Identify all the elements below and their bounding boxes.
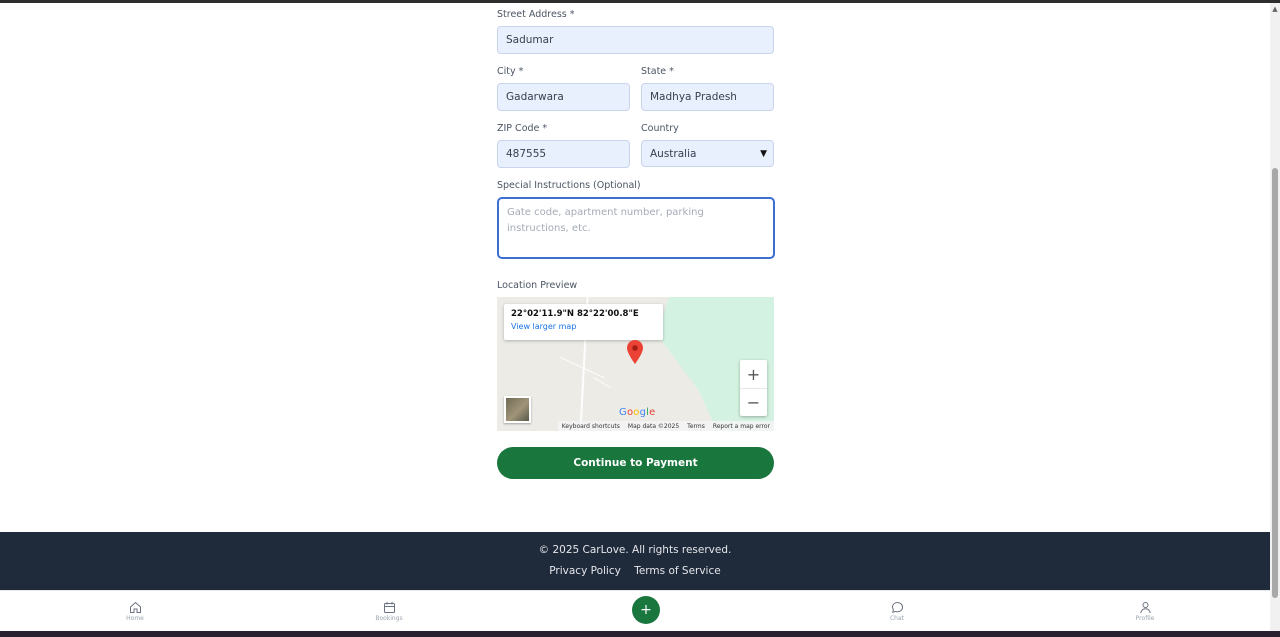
map-road <box>593 377 611 388</box>
street-address-label: Street Address * <box>497 9 575 20</box>
view-larger-map-link[interactable]: View larger map <box>511 322 656 331</box>
nav-bookings-label: Bookings <box>375 615 403 622</box>
nav-chat-label: Chat <box>889 615 905 622</box>
nav-chat[interactable]: Chat <box>867 601 927 622</box>
home-icon <box>129 601 141 613</box>
keyboard-shortcuts-link[interactable]: Keyboard shortcuts <box>562 423 620 430</box>
copyright-text: © 2025 CarLove. All rights reserved. <box>538 544 732 556</box>
zip-code-input[interactable]: 487555 <box>497 140 630 168</box>
scroll-up-arrow-icon[interactable]: ▲ <box>1270 5 1280 13</box>
footer-links: Privacy Policy Terms of Service <box>0 565 1270 577</box>
vertical-scrollbar[interactable]: ▲ <box>1270 3 1280 631</box>
map-terms-link[interactable]: Terms <box>687 423 705 430</box>
nav-home-label: Home <box>126 615 144 622</box>
bottom-navigation: Home Bookings + Chat Profile <box>0 590 1270 631</box>
city-input[interactable]: Gadarwara <box>497 83 630 111</box>
map-data-text: Map data ©2025 <box>627 422 680 430</box>
map-marker-icon[interactable] <box>627 340 643 364</box>
nav-profile-label: Profile <box>1135 615 1155 622</box>
location-map[interactable]: 22°02'11.9"N 82°22'00.8"E View larger ma… <box>497 297 774 431</box>
map-info-box: 22°02'11.9"N 82°22'00.8"E View larger ma… <box>504 304 663 340</box>
zip-code-value: 487555 <box>506 148 547 160</box>
zoom-out-button[interactable]: − <box>740 388 767 416</box>
continue-to-payment-button[interactable]: Continue to Payment <box>497 447 774 479</box>
site-footer: © 2025 CarLove. All rights reserved. Pri… <box>0 532 1270 590</box>
country-value: Australia <box>650 147 697 160</box>
state-value: Madhya Pradesh <box>650 91 737 103</box>
scrollbar-thumb[interactable] <box>1272 168 1278 598</box>
state-input[interactable]: Madhya Pradesh <box>641 83 774 111</box>
state-label: State * <box>641 66 674 77</box>
special-instructions-placeholder: Gate code, apartment number, parking ins… <box>507 207 704 234</box>
street-address-input[interactable]: Sadumar <box>497 26 774 54</box>
calendar-icon <box>383 602 395 613</box>
chat-icon <box>891 601 903 614</box>
add-booking-button[interactable]: + <box>632 596 660 624</box>
map-attribution: Keyboard shortcuts Map data ©2025 Terms … <box>557 421 774 431</box>
zoom-in-button[interactable]: + <box>740 360 767 388</box>
city-label: City * <box>497 66 524 77</box>
map-zoom-controls: + − <box>740 360 767 416</box>
special-instructions-label: Special Instructions (Optional) <box>497 180 641 191</box>
country-label: Country <box>641 123 679 134</box>
nav-home[interactable]: Home <box>105 601 165 622</box>
privacy-policy-link[interactable]: Privacy Policy <box>549 565 621 577</box>
window-bottom-edge <box>0 631 1280 637</box>
user-icon <box>1139 602 1151 614</box>
country-select[interactable]: Australia ▼ <box>641 140 774 167</box>
special-instructions-textarea[interactable]: Gate code, apartment number, parking ins… <box>497 197 775 259</box>
street-address-value: Sadumar <box>506 34 554 46</box>
satellite-view-toggle[interactable] <box>504 396 531 423</box>
nav-profile[interactable]: Profile <box>1115 601 1175 622</box>
location-preview-label: Location Preview <box>497 280 578 291</box>
chevron-down-icon: ▼ <box>760 148 767 159</box>
google-logo: Google <box>619 407 656 418</box>
window-top-bar <box>0 0 1280 3</box>
zip-code-label: ZIP Code * <box>497 123 548 134</box>
terms-of-service-link[interactable]: Terms of Service <box>634 565 721 577</box>
nav-bookings[interactable]: Bookings <box>359 601 419 622</box>
city-value: Gadarwara <box>506 91 564 103</box>
report-map-error-link[interactable]: Report a map error <box>713 423 770 430</box>
map-coordinates: 22°02'11.9"N 82°22'00.8"E <box>511 309 639 319</box>
